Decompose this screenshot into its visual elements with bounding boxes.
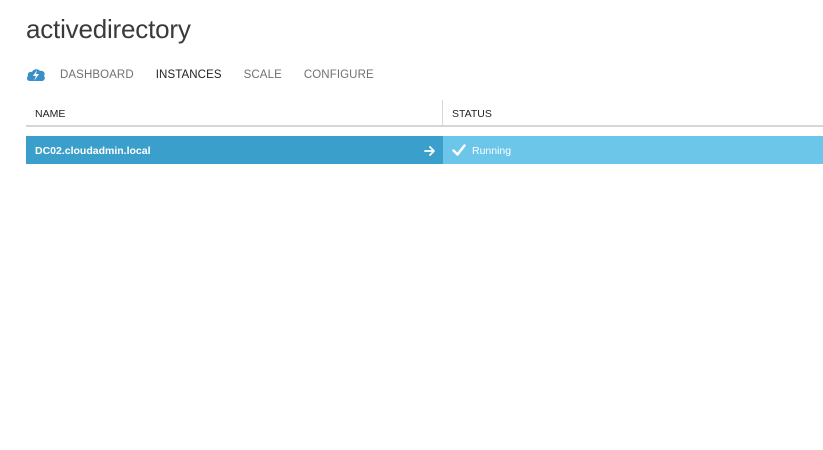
table-header: NAME STATUS: [26, 100, 823, 127]
check-icon: [452, 143, 466, 157]
column-header-status[interactable]: STATUS: [452, 108, 492, 120]
tab-scale[interactable]: SCALE: [244, 69, 282, 81]
tab-dashboard[interactable]: DASHBOARD: [60, 69, 134, 81]
column-header-name[interactable]: NAME: [35, 108, 65, 120]
tab-instances[interactable]: INSTANCES: [156, 69, 222, 81]
tab-configure[interactable]: CONFIGURE: [304, 69, 374, 81]
table-row[interactable]: DC02.cloudadmin.local Running: [26, 136, 823, 164]
instance-name: DC02.cloudadmin.local: [35, 145, 151, 157]
nav-bar: DASHBOARD INSTANCES SCALE CONFIGURE: [26, 66, 396, 84]
status-cell[interactable]: Running: [443, 136, 823, 164]
instances-table: NAME STATUS DC02.cloudadmin.local Runnin…: [26, 100, 823, 164]
status-text: Running: [472, 145, 512, 157]
page: activedirectory DASHBOARD INSTANCES SCAL…: [0, 0, 823, 450]
page-title: activedirectory: [26, 14, 191, 44]
cloud-service-icon: [26, 67, 46, 83]
arrow-right-icon[interactable]: [424, 144, 436, 156]
column-divider[interactable]: [442, 100, 443, 125]
name-cell[interactable]: DC02.cloudadmin.local: [26, 136, 443, 164]
